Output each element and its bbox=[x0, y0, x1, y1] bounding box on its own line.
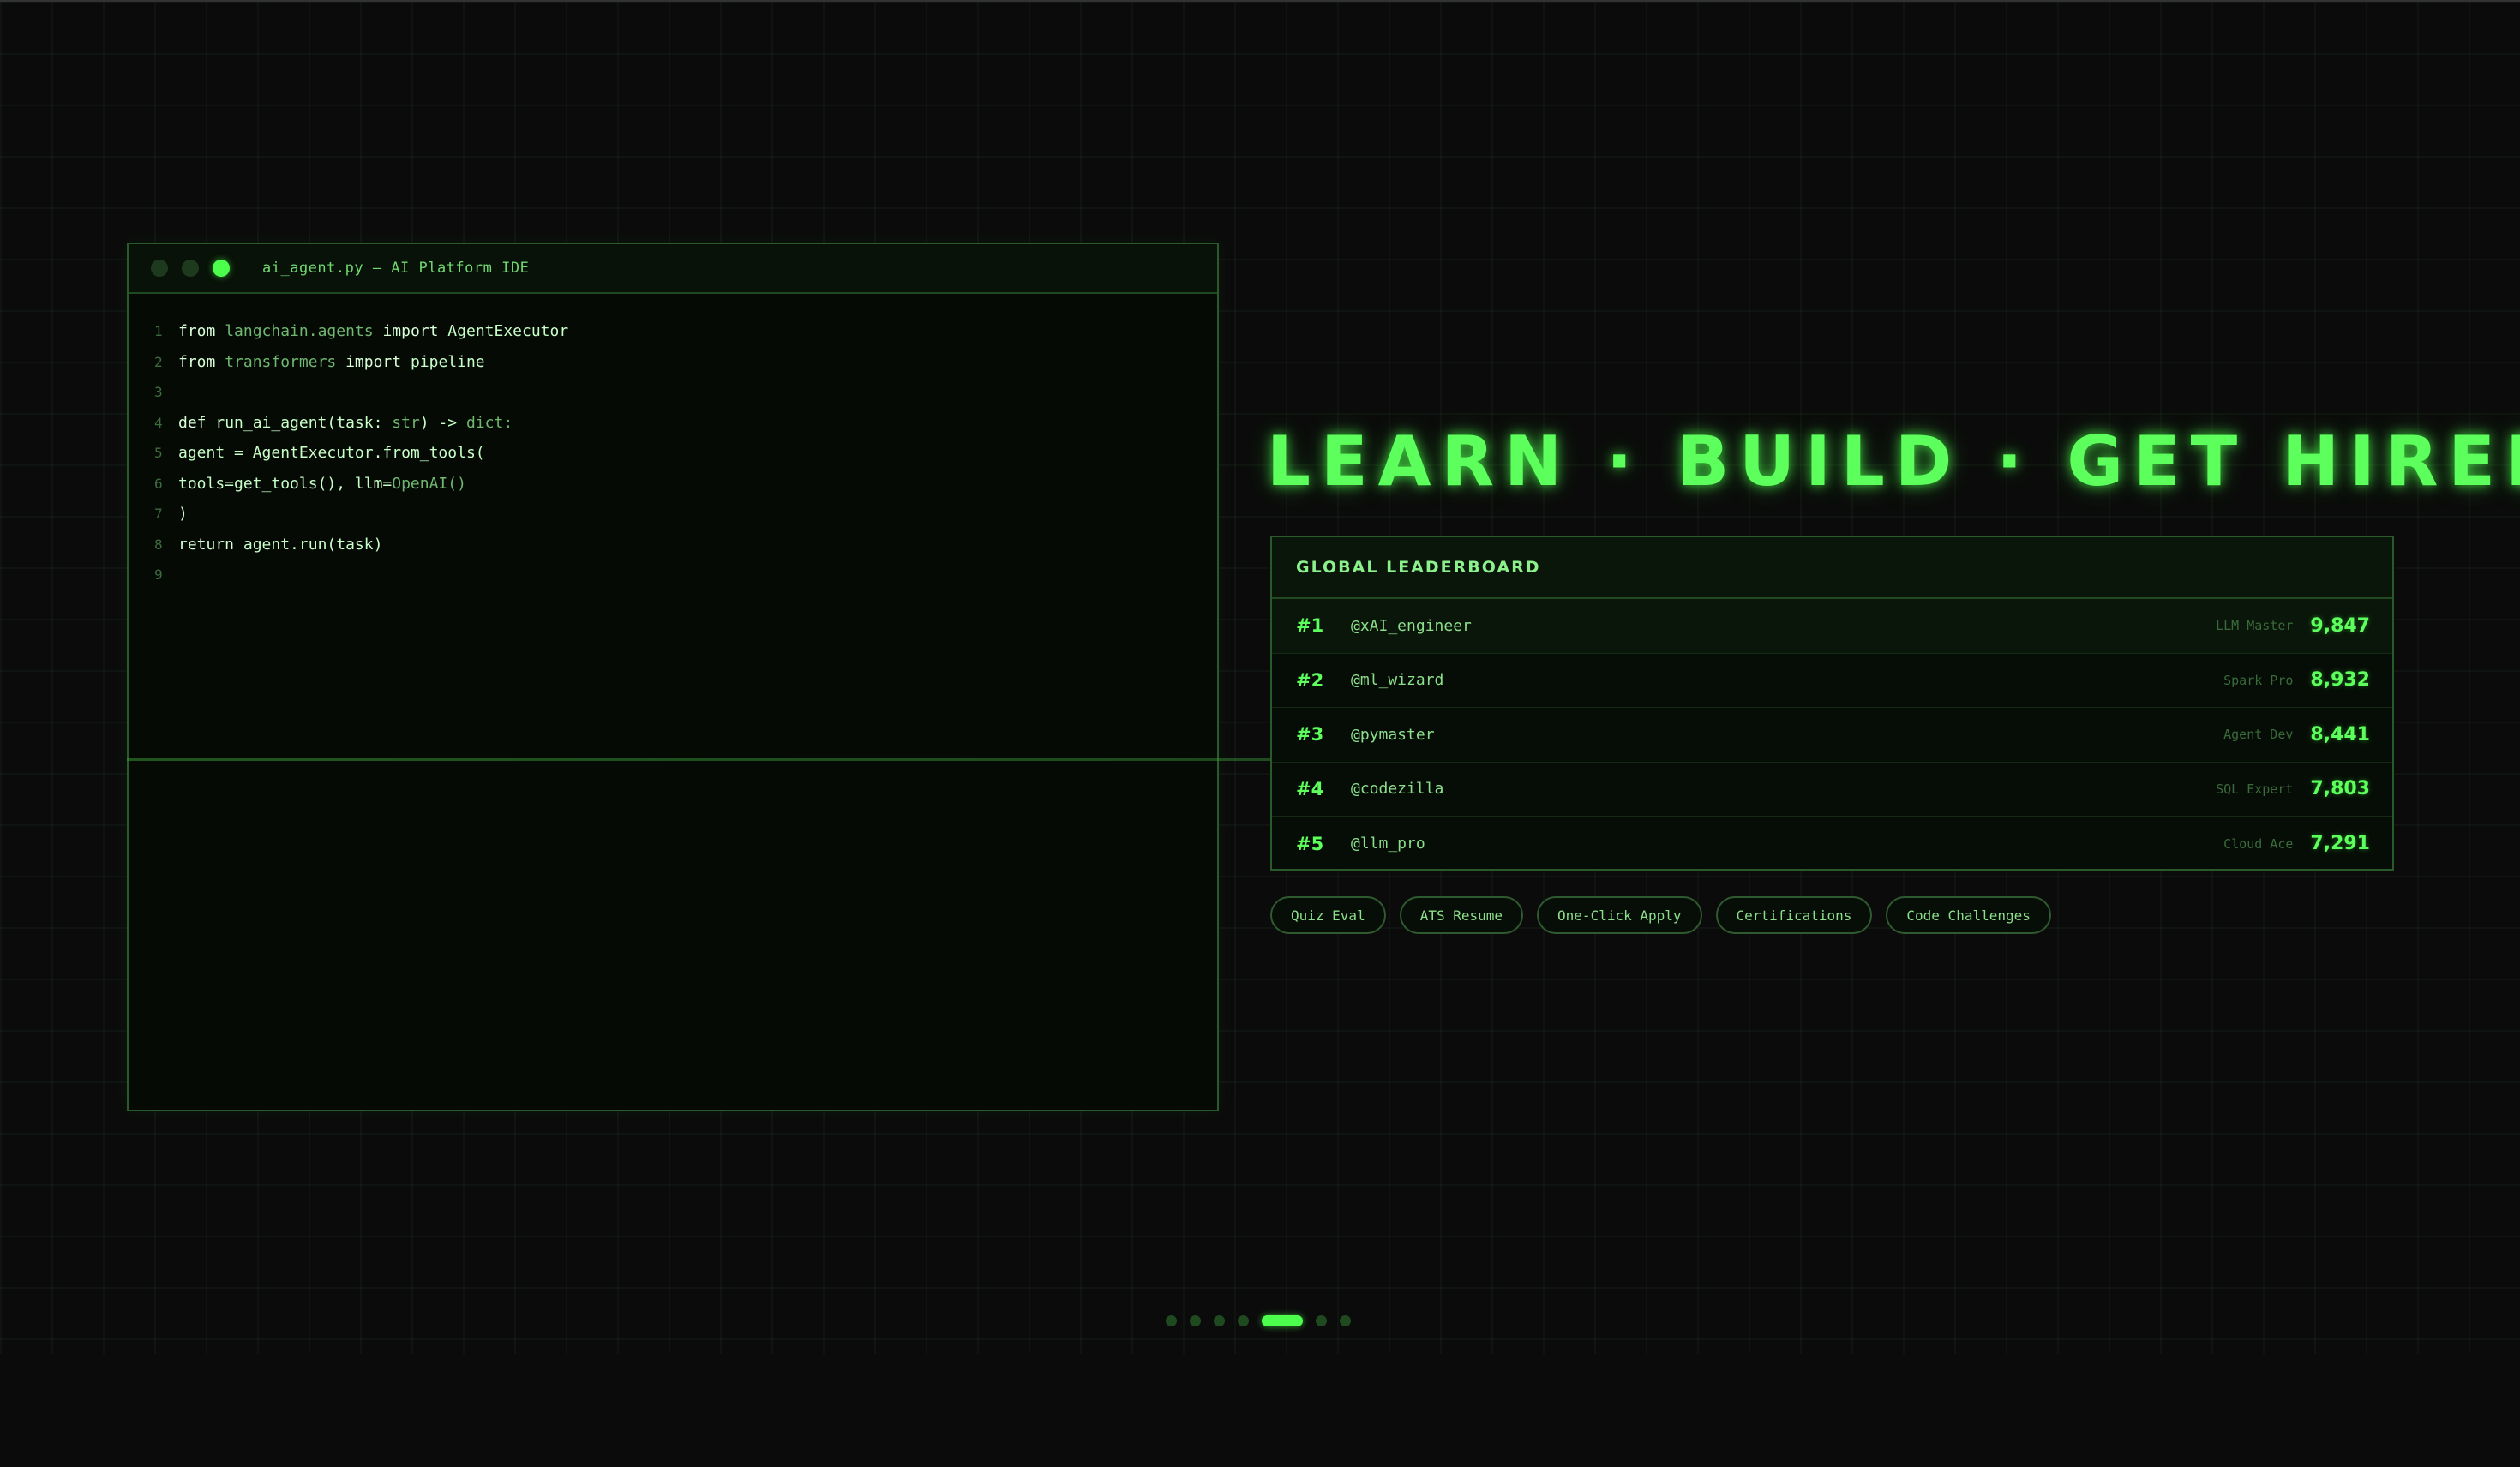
line-number: 8 bbox=[154, 536, 163, 553]
code-token: from bbox=[178, 352, 216, 371]
leaderboard-rank: #4 bbox=[1296, 778, 1324, 799]
pagination-dot[interactable] bbox=[1238, 1315, 1249, 1326]
leaderboard-role: Cloud Ace bbox=[2223, 835, 2294, 852]
pagination-dot[interactable] bbox=[1316, 1315, 1327, 1326]
leaderboard-row[interactable]: #4 @codezilla SQL Expert 7,803 bbox=[1272, 763, 2392, 817]
pill-one-click-apply[interactable]: One-Click Apply bbox=[1537, 896, 1702, 934]
code-token: transformers bbox=[215, 352, 346, 371]
leaderboard-rows: #1 @xAI_engineer LLM Master 9,847 #2 @ml_wiza… bbox=[1272, 599, 2392, 871]
code-token: langchain.agents bbox=[215, 322, 383, 341]
pill-certifications[interactable]: Certifications bbox=[1715, 896, 1873, 934]
code-token: pipeline bbox=[401, 352, 485, 371]
code-token: run_ai_agent(task: bbox=[206, 413, 393, 432]
code-token: agent.run(task) bbox=[234, 535, 383, 554]
code-token: def bbox=[178, 413, 207, 432]
code-token: tools=get_tools(), llm= bbox=[178, 474, 393, 493]
code-token: return bbox=[178, 535, 235, 554]
leaderboard-score: 7,291 bbox=[2310, 833, 2370, 855]
leaderboard-row[interactable]: #1 @xAI_engineer LLM Master 9,847 bbox=[1272, 599, 2392, 654]
window-close-dot[interactable] bbox=[151, 260, 168, 277]
leaderboard-role: SQL Expert bbox=[2216, 781, 2294, 797]
ide-window: ai_agent.py — AI Platform IDE 1 from lang… bbox=[127, 243, 1219, 1111]
window-maximize-dot[interactable] bbox=[213, 260, 230, 277]
code-line: 8 return agent.run(task) bbox=[154, 530, 1217, 560]
code-line: 7) bbox=[154, 499, 1217, 530]
code-line: 3 bbox=[154, 377, 1217, 408]
code-line: 6 tools=get_tools(), llm= OpenAI() bbox=[154, 469, 1217, 500]
code-token: OpenAI() bbox=[392, 474, 466, 493]
code-line: 4 def run_ai_agent(task: str) -> dict: bbox=[154, 408, 1217, 439]
pagination-dot[interactable] bbox=[1166, 1315, 1177, 1326]
line-number: 7 bbox=[154, 506, 163, 523]
pill-code-challenges[interactable]: Code Challenges bbox=[1886, 896, 2051, 934]
code-token: str bbox=[392, 413, 420, 432]
leaderboard-user: @pymaster bbox=[1351, 725, 1435, 744]
headline: LEARN · BUILD · GET HIRED bbox=[1267, 422, 2520, 501]
leaderboard-row[interactable]: #2 @ml_wizard Spark Pro 8,932 bbox=[1272, 654, 2392, 708]
line-number: 6 bbox=[154, 475, 163, 492]
code-line: 2 from transformers import pipeline bbox=[154, 347, 1217, 378]
code-token: ) bbox=[178, 505, 188, 524]
code-token: ) -> bbox=[419, 413, 466, 432]
line-number: 5 bbox=[154, 445, 163, 462]
stage-background: ai_agent.py — AI Platform IDE 1 from lang… bbox=[0, 0, 2520, 1467]
window-minimize-dot[interactable] bbox=[182, 260, 199, 277]
code-token: dict: bbox=[465, 413, 513, 432]
ide-title: ai_agent.py — AI Platform IDE bbox=[262, 260, 530, 277]
leaderboard-rank: #1 bbox=[1296, 615, 1324, 637]
leaderboard-user: @xAI_engineer bbox=[1351, 616, 1472, 635]
code-line: 9 bbox=[154, 560, 1217, 590]
pagination-dot-active[interactable] bbox=[1262, 1315, 1303, 1326]
leaderboard-score: 8,441 bbox=[2310, 723, 2370, 745]
leaderboard-role: LLM Master bbox=[2216, 618, 2294, 634]
bottom-band bbox=[0, 1354, 2520, 1467]
line-number: 1 bbox=[154, 323, 163, 340]
line-number: 2 bbox=[154, 353, 163, 370]
leaderboard-score: 9,847 bbox=[2310, 614, 2370, 637]
leaderboard-rank: #2 bbox=[1296, 669, 1324, 691]
leaderboard-role: Agent Dev bbox=[2223, 727, 2294, 743]
leaderboard-user: @codezilla bbox=[1351, 780, 1444, 799]
code-editor[interactable]: 1 from langchain.agents import AgentExecu… bbox=[129, 294, 1217, 590]
leaderboard-title: GLOBAL LEADERBOARD bbox=[1272, 537, 2392, 599]
code-line: 1 from langchain.agents import AgentExecu… bbox=[154, 316, 1217, 347]
pagination-dots bbox=[1166, 1315, 1351, 1326]
leaderboard-score: 8,932 bbox=[2310, 669, 2370, 692]
pagination-dot[interactable] bbox=[1340, 1315, 1351, 1326]
code-token: from bbox=[178, 322, 216, 341]
feature-pills: Quiz Eval ATS Resume One-Click Apply Certif… bbox=[1270, 896, 2051, 934]
pill-ats-resume[interactable]: ATS Resume bbox=[1399, 896, 1524, 934]
ide-titlebar: ai_agent.py — AI Platform IDE bbox=[129, 244, 1217, 294]
line-number: 4 bbox=[154, 414, 163, 431]
leaderboard-rank: #3 bbox=[1296, 724, 1324, 745]
leaderboard-user: @llm_pro bbox=[1351, 835, 1425, 853]
code-line: 5 agent = AgentExecutor.from_tools( bbox=[154, 438, 1217, 469]
pagination-dot[interactable] bbox=[1190, 1315, 1201, 1326]
leaderboard-role: Spark Pro bbox=[2223, 672, 2294, 688]
code-token: agent = AgentExecutor.from_tools( bbox=[178, 444, 485, 463]
leaderboard-row[interactable]: #3 @pymaster Agent Dev 8,441 bbox=[1272, 708, 2392, 763]
leaderboard-user: @ml_wizard bbox=[1351, 671, 1444, 690]
line-number: 9 bbox=[154, 566, 163, 584]
leaderboard-rank: #5 bbox=[1296, 833, 1324, 854]
line-number: 3 bbox=[154, 384, 163, 401]
code-token: import bbox=[382, 322, 439, 341]
code-token: AgentExecutor bbox=[438, 322, 569, 341]
leaderboard: GLOBAL LEADERBOARD #1 @xAI_engineer LLM Ma… bbox=[1270, 536, 2394, 871]
pagination-dot[interactable] bbox=[1214, 1315, 1225, 1326]
leaderboard-score: 7,803 bbox=[2310, 778, 2370, 800]
code-token: import bbox=[345, 352, 402, 371]
pill-quiz-eval[interactable]: Quiz Eval bbox=[1270, 896, 1386, 934]
leaderboard-row[interactable]: #5 @llm_pro Cloud Ace 7,291 bbox=[1272, 817, 2392, 871]
